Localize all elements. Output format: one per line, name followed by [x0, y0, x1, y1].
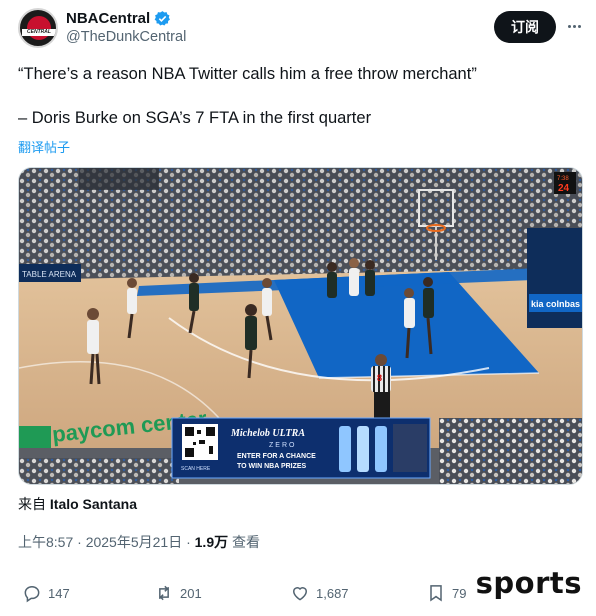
ad-banner: SCAN HERE Michelob ULTRA ZERO ENTER FOR …	[171, 417, 431, 479]
repost-icon	[159, 585, 169, 601]
view-count: 1.9万	[194, 534, 229, 550]
avatar[interactable]: CENTRAL	[18, 8, 58, 48]
ad-scan-text: SCAN HERE	[181, 466, 211, 472]
tweet-header: CENTRAL NBACentral @TheDunkCentral 订阅	[18, 8, 584, 48]
reply-icon	[24, 585, 40, 603]
tweet-attribution: – Doris Burke on SGA’s 7 FTA in the firs…	[18, 109, 372, 127]
heart-icon	[292, 587, 308, 601]
reply-count: 147	[48, 585, 70, 601]
source-name[interactable]: Italo Santana	[50, 496, 137, 512]
shot-clock-top: 7:38	[557, 176, 569, 182]
basketball-logo-icon	[27, 16, 51, 40]
like-button[interactable]: 1,687	[290, 580, 349, 606]
tweet-body: “There’s a reason NBA Twitter calls him …	[18, 63, 578, 129]
tweet-quote: “There’s a reason NBA Twitter calls him …	[18, 65, 477, 83]
ad-brand: Michelob ULTRA	[230, 428, 305, 439]
repost-button[interactable]: 201	[154, 580, 202, 606]
bookmark-button[interactable]: 79	[426, 580, 466, 606]
video-media[interactable]: kia colnbas 7:38 24 TABLE ARENA 8 paycom…	[18, 167, 583, 485]
like-count: 1,687	[316, 585, 349, 601]
views-label: 查看	[228, 534, 260, 550]
author-names: NBACentral @TheDunkCentral	[66, 9, 186, 47]
translate-post-link[interactable]: 翻译帖子	[18, 137, 70, 156]
repost-count: 201	[180, 585, 202, 601]
video-source: 来自 Italo Santana	[18, 494, 137, 514]
subscribe-button[interactable]: 订阅	[494, 11, 556, 43]
display-name[interactable]: NBACentral	[66, 9, 150, 28]
arena-sign: kia colnbas	[531, 299, 580, 309]
jersey-number: 8	[377, 373, 382, 383]
ad-line2: TO WIN NBA PRIZES	[237, 463, 307, 470]
timestamp[interactable]: 上午8:57 · 2025年5月21日 ·	[18, 534, 195, 550]
basketball-game-scene: kia colnbas 7:38 24 TABLE ARENA 8 paycom…	[19, 168, 582, 484]
source-prefix: 来自	[18, 496, 46, 512]
bookmark-icon	[430, 585, 442, 602]
bookmark-count: 79	[452, 585, 467, 601]
ad-line1: ENTER FOR A CHANCE	[237, 453, 316, 460]
display-name-row[interactable]: NBACentral	[66, 9, 186, 28]
more-options-icon[interactable]	[564, 16, 584, 36]
ad-zero: ZERO	[269, 442, 296, 449]
verified-badge-icon	[154, 11, 171, 26]
avatar-logo-text: CENTRAL	[27, 29, 51, 35]
reply-button[interactable]: 147	[22, 580, 70, 606]
table-sign: TABLE ARENA	[22, 270, 77, 279]
user-handle[interactable]: @TheDunkCentral	[66, 28, 186, 47]
tweet-meta: 上午8:57 · 2025年5月21日 · 1.9万 查看	[18, 532, 260, 552]
watermark-text: sports	[475, 566, 582, 600]
shot-clock: 24	[558, 183, 570, 194]
